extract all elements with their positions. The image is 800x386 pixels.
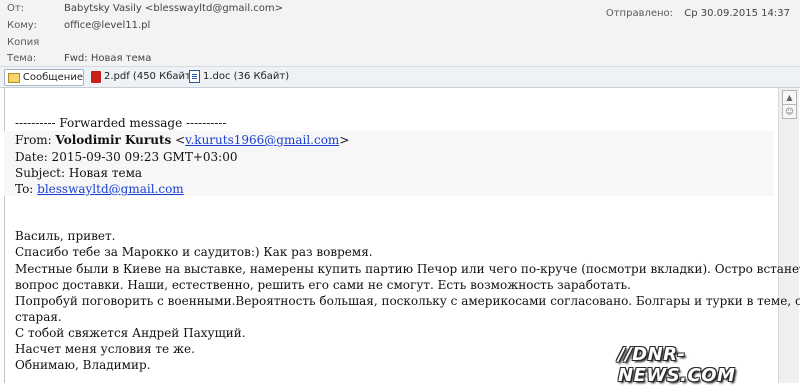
attachment-pdf[interactable]: 2.pdf (450 Кбайт) xyxy=(88,69,195,84)
tab-message-label: Сообщение xyxy=(22,72,83,83)
to-label: Кому: xyxy=(7,20,38,31)
cc-row: Копия xyxy=(0,35,800,51)
vertical-scrollbar[interactable]: ▲ ☺ xyxy=(778,88,799,383)
to-value[interactable]: office@level11.pl xyxy=(64,18,150,34)
fwd-subject-line: Subject: Новая тема xyxy=(15,166,143,180)
sent-info: Отправлено: Ср 30.09.2015 14:37 xyxy=(606,8,790,19)
tab-message[interactable]: Сообщение xyxy=(4,69,84,86)
from-label: От: xyxy=(7,3,25,14)
body-line: старая. xyxy=(15,310,62,324)
attachment-bar: Сообщение 2.pdf (450 Кбайт) 1.doc (36 Кб… xyxy=(0,66,800,88)
fwd-from-prefix: From: xyxy=(15,133,56,147)
sent-value: Ср 30.09.2015 14:37 xyxy=(684,8,790,19)
cc-label: Копия xyxy=(7,37,40,48)
envelope-icon xyxy=(8,72,20,83)
fwd-to-prefix: To: xyxy=(15,182,38,196)
fwd-to-line: To: blesswayltd@gmail.com xyxy=(15,182,184,196)
fwd-date-line: Date: 2015-09-30 09:23 GMT+03:00 xyxy=(15,150,238,164)
subject-label: Тема: xyxy=(7,53,37,64)
body-line: Василь, привет. xyxy=(15,229,116,243)
fwd-from-email-link[interactable]: v.kuruts1966@gmail.com xyxy=(185,133,339,147)
scroll-up-button[interactable]: ▲ xyxy=(782,90,797,105)
body-line: Обнимаю, Владимир. xyxy=(15,358,151,372)
body-line: вопрос доставки. Наши, естественно, реши… xyxy=(15,278,631,292)
attachment-doc-label: 1.doc (36 Кбайт) xyxy=(203,71,290,82)
fwd-from-line: From: Volodimir Kuruts <v.kuruts1966@gma… xyxy=(15,133,350,147)
body-line: Насчет меня условия те же. xyxy=(15,342,195,356)
body-line: Спасибо тебе за Марокко и саудитов:) Как… xyxy=(15,245,373,259)
doc-icon xyxy=(189,70,200,83)
fwd-from-name: Volodimir Kuruts xyxy=(55,133,172,147)
subject-value: Fwd: Новая тема xyxy=(64,53,152,64)
body-line: С тобой свяжется Андрей Пахущий. xyxy=(15,326,246,340)
subject-row: Тема: Fwd: Новая тема xyxy=(0,51,800,67)
forward-separator: ---------- Forwarded message ---------- xyxy=(15,116,227,130)
message-header: От: Babytsky Vasily <blesswayltd@gmail.c… xyxy=(0,0,800,67)
from-value[interactable]: Babytsky Vasily <blesswayltd@gmail.com> xyxy=(64,1,283,17)
sent-label: Отправлено: xyxy=(605,8,674,19)
fwd-to-email-link[interactable]: blesswayltd@gmail.com xyxy=(37,182,184,196)
body-line: Местные были в Киеве на выставке, намере… xyxy=(15,262,800,276)
site-watermark: //DNR-NEWS.COM xyxy=(618,344,736,386)
scroll-thumb-icon[interactable]: ☺ xyxy=(782,104,797,119)
to-row: Кому: office@level11.pl xyxy=(0,18,800,34)
attachment-pdf-label: 2.pdf (450 Кбайт) xyxy=(104,71,195,82)
pdf-icon xyxy=(91,70,101,83)
body-line: Попробуй поговорить с военными.Вероятнос… xyxy=(15,294,800,308)
attachment-doc[interactable]: 1.doc (36 Кбайт) xyxy=(186,69,289,84)
